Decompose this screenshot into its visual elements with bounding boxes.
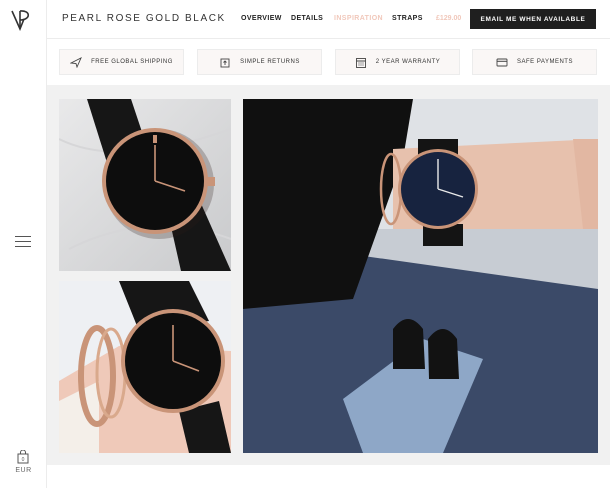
feature-payments: SAFE PAYMENTS xyxy=(472,49,597,75)
svg-text:0: 0 xyxy=(22,457,25,463)
airplane-icon xyxy=(70,56,83,68)
nav-overview[interactable]: OVERVIEW xyxy=(241,15,282,22)
nav-straps[interactable]: STRAPS xyxy=(392,15,423,22)
feature-returns: SIMPLE RETURNS xyxy=(197,49,322,75)
return-box-icon xyxy=(220,58,230,67)
product-title: PEARL ROSE GOLD BLACK xyxy=(62,13,226,24)
feature-label: 2 YEAR WARRANTY xyxy=(375,59,441,65)
top-header: PEARL ROSE GOLD BLACK OVERVIEW DETAILS I… xyxy=(47,0,610,39)
feature-label: SAFE PAYMENTS xyxy=(517,59,573,65)
feature-label: SIMPLE RETURNS xyxy=(240,59,300,65)
shopping-bag-icon[interactable]: 0 xyxy=(17,450,29,464)
page-bottom xyxy=(47,465,610,488)
left-rail: 0 EUR xyxy=(0,0,47,488)
feature-shipping: FREE GLOBAL SHIPPING xyxy=(59,49,184,75)
feature-label: FREE GLOBAL SHIPPING xyxy=(91,59,173,65)
calendar-icon xyxy=(355,57,366,68)
nav-inspiration[interactable]: INSPIRATION xyxy=(334,15,383,22)
hamburger-menu-icon[interactable] xyxy=(15,236,31,250)
currency-selector[interactable]: EUR xyxy=(0,467,47,474)
credit-card-icon xyxy=(496,58,508,66)
wrist-and-boots-photo[interactable] xyxy=(243,99,598,453)
email-when-available-button[interactable]: EMAIL ME WHEN AVAILABLE xyxy=(470,9,596,29)
feature-bar: FREE GLOBAL SHIPPING SIMPLE RETURNS 2 YE… xyxy=(47,39,610,85)
inspiration-gallery xyxy=(47,85,610,465)
wrist-with-bracelets-photo[interactable] xyxy=(59,281,231,453)
product-price: £129.00 xyxy=(436,15,462,22)
watch-on-marble-photo[interactable] xyxy=(59,99,231,271)
nav-details[interactable]: DETAILS xyxy=(291,15,323,22)
feature-warranty: 2 YEAR WARRANTY xyxy=(335,49,460,75)
brand-logo[interactable] xyxy=(11,9,37,31)
